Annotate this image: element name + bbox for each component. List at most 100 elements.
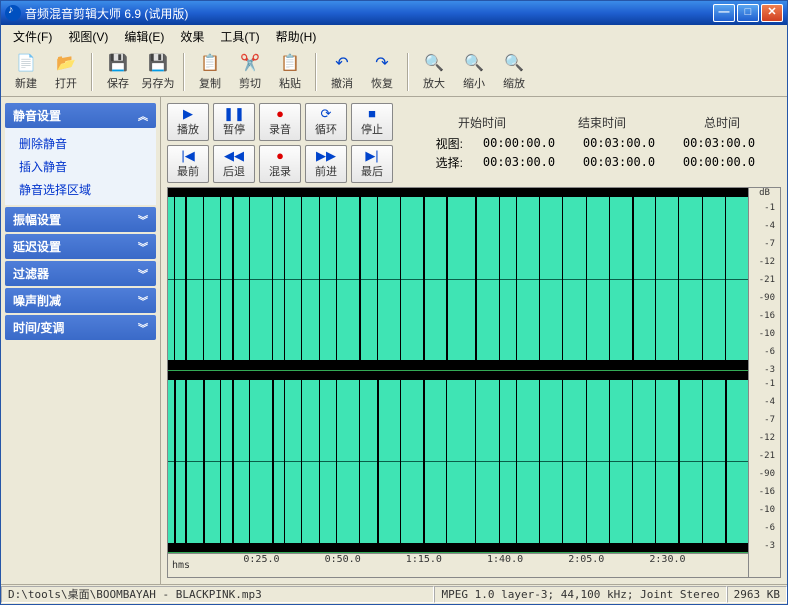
saveas-button[interactable]: 💾另存为 bbox=[139, 50, 177, 94]
sidebar-delay-header[interactable]: 延迟设置︾ bbox=[5, 234, 156, 259]
select-start: 00:03:00.0 bbox=[469, 155, 569, 169]
app-icon bbox=[5, 5, 21, 21]
chevron-down-icon: ︾ bbox=[138, 320, 148, 335]
loop-icon: ⟳ bbox=[321, 107, 332, 121]
play-icon: ▶ bbox=[183, 107, 193, 121]
separator bbox=[407, 53, 409, 91]
redo-icon: ↷ bbox=[372, 53, 392, 73]
sidebar-pitch-header[interactable]: 时间/变调︾ bbox=[5, 315, 156, 340]
first-button[interactable]: |◀最前 bbox=[167, 145, 209, 183]
record-button[interactable]: ●录音 bbox=[259, 103, 301, 141]
status-extra: 2963 KB bbox=[727, 586, 787, 603]
content-area: 静音设置︽ 删除静音 插入静音 静音选择区域 振幅设置︾ 延迟设置︾ 过滤器︾ … bbox=[1, 97, 787, 584]
separator bbox=[315, 53, 317, 91]
view-label: 视图: bbox=[423, 135, 463, 152]
last-button[interactable]: ▶|最后 bbox=[351, 145, 393, 183]
pause-icon: ❚❚ bbox=[223, 107, 245, 121]
db-scale: dB -1-4-7-12-21-90-16-10-6-3 -1-4-7-12-2… bbox=[748, 188, 780, 577]
sidebar-mute-header[interactable]: 静音设置︽ bbox=[5, 103, 156, 128]
chevron-down-icon: ︾ bbox=[138, 293, 148, 308]
undo-button[interactable]: ↶撤消 bbox=[323, 50, 361, 94]
redo-button[interactable]: ↷恢复 bbox=[363, 50, 401, 94]
axis-unit: hms bbox=[172, 560, 190, 571]
play-button[interactable]: ▶播放 bbox=[167, 103, 209, 141]
chevron-down-icon: ︾ bbox=[138, 266, 148, 281]
undo-icon: ↶ bbox=[332, 53, 352, 73]
waveform-container: hms 0:25.0 0:50.0 1:15.0 1:40.0 2:05.0 2… bbox=[167, 187, 781, 578]
titlebar[interactable]: 音频混音剪辑大师 6.9 (试用版) ― □ ✕ bbox=[1, 1, 787, 25]
view-end: 00:03:00.0 bbox=[569, 136, 669, 150]
open-icon: 📂 bbox=[56, 53, 76, 73]
window-title: 音频混音剪辑大师 6.9 (试用版) bbox=[25, 5, 713, 22]
status-format: MPEG 1.0 layer-3; 44,100 kHz; Joint Ster… bbox=[434, 586, 726, 603]
menu-file[interactable]: 文件(F) bbox=[7, 26, 58, 47]
copy-button[interactable]: 📋复制 bbox=[191, 50, 229, 94]
zoomout-icon: 🔍 bbox=[464, 53, 484, 73]
menu-tool[interactable]: 工具(T) bbox=[214, 26, 265, 47]
menu-view[interactable]: 视图(V) bbox=[62, 26, 114, 47]
paste-button[interactable]: 📋粘贴 bbox=[271, 50, 309, 94]
chevron-up-icon: ︽ bbox=[138, 108, 148, 123]
pause-button[interactable]: ❚❚暂停 bbox=[213, 103, 255, 141]
time-axis: hms 0:25.0 0:50.0 1:15.0 1:40.0 2:05.0 2… bbox=[168, 553, 748, 577]
new-button[interactable]: 📄新建 bbox=[7, 50, 45, 94]
save-icon: 💾 bbox=[108, 53, 128, 73]
select-total: 00:00:00.0 bbox=[669, 155, 769, 169]
save-button[interactable]: 💾保存 bbox=[99, 50, 137, 94]
zoomin-button[interactable]: 🔍放大 bbox=[415, 50, 453, 94]
menu-help[interactable]: 帮助(H) bbox=[270, 26, 323, 47]
maximize-button[interactable]: □ bbox=[737, 4, 759, 22]
menubar: 文件(F) 视图(V) 编辑(E) 效果 工具(T) 帮助(H) bbox=[1, 25, 787, 47]
view-total: 00:03:00.0 bbox=[669, 136, 769, 150]
waveform-right-channel[interactable] bbox=[168, 371, 748, 554]
sidebar-noise-header[interactable]: 噪声削减︾ bbox=[5, 288, 156, 313]
sidebar-link-insert-mute[interactable]: 插入静音 bbox=[5, 155, 156, 178]
chevron-down-icon: ︾ bbox=[138, 239, 148, 254]
view-start: 00:00:00.0 bbox=[469, 136, 569, 150]
cut-icon: ✂️ bbox=[240, 53, 260, 73]
minimize-button[interactable]: ― bbox=[713, 4, 735, 22]
status-path: D:\tools\桌面\BOOMBAYAH - BLACKPINK.mp3 bbox=[1, 586, 434, 603]
start-time-label: 开始时间 bbox=[432, 114, 532, 131]
waveform-left-channel[interactable] bbox=[168, 188, 748, 371]
saveas-icon: 💾 bbox=[148, 53, 168, 73]
select-label: 选择: bbox=[423, 154, 463, 171]
stop-icon: ■ bbox=[368, 107, 376, 121]
end-time-label: 结束时间 bbox=[552, 114, 652, 131]
separator bbox=[91, 53, 93, 91]
mix-icon: ● bbox=[276, 149, 284, 163]
zoom-icon: 🔍 bbox=[504, 53, 524, 73]
open-button[interactable]: 📂打开 bbox=[47, 50, 85, 94]
menu-edit[interactable]: 编辑(E) bbox=[118, 26, 170, 47]
paste-icon: 📋 bbox=[280, 53, 300, 73]
toolbar: 📄新建 📂打开 💾保存 💾另存为 📋复制 ✂️剪切 📋粘贴 ↶撤消 ↷恢复 🔍放… bbox=[1, 47, 787, 97]
last-icon: ▶| bbox=[365, 149, 378, 163]
back-button[interactable]: ◀◀后退 bbox=[213, 145, 255, 183]
chevron-down-icon: ︾ bbox=[138, 212, 148, 227]
forward-button[interactable]: ▶▶前进 bbox=[305, 145, 347, 183]
sidebar-filter-header[interactable]: 过滤器︾ bbox=[5, 261, 156, 286]
first-icon: |◀ bbox=[181, 149, 194, 163]
main-panel: ▶播放 ❚❚暂停 ●录音 ⟳循环 ■停止 |◀最前 ◀◀后退 ●混录 ▶▶前进 … bbox=[161, 97, 787, 584]
loop-button[interactable]: ⟳循环 bbox=[305, 103, 347, 141]
sidebar-link-mute-selection[interactable]: 静音选择区域 bbox=[5, 178, 156, 201]
back-icon: ◀◀ bbox=[224, 149, 244, 163]
cut-button[interactable]: ✂️剪切 bbox=[231, 50, 269, 94]
new-icon: 📄 bbox=[16, 53, 36, 73]
forward-icon: ▶▶ bbox=[316, 149, 336, 163]
statusbar: D:\tools\桌面\BOOMBAYAH - BLACKPINK.mp3 MP… bbox=[1, 584, 787, 604]
total-time-label: 总时间 bbox=[672, 114, 772, 131]
select-end: 00:03:00.0 bbox=[569, 155, 669, 169]
time-info: 开始时间 结束时间 总时间 视图: 00:00:00.0 00:03:00.0 … bbox=[423, 114, 781, 173]
mix-button[interactable]: ●混录 bbox=[259, 145, 301, 183]
stop-button[interactable]: ■停止 bbox=[351, 103, 393, 141]
sidebar-amp-header[interactable]: 振幅设置︾ bbox=[5, 207, 156, 232]
menu-effect[interactable]: 效果 bbox=[174, 26, 210, 47]
copy-icon: 📋 bbox=[200, 53, 220, 73]
zoom-button[interactable]: 🔍缩放 bbox=[495, 50, 533, 94]
zoomout-button[interactable]: 🔍缩小 bbox=[455, 50, 493, 94]
close-button[interactable]: ✕ bbox=[761, 4, 783, 22]
sidebar-link-delete-mute[interactable]: 删除静音 bbox=[5, 132, 156, 155]
zoomin-icon: 🔍 bbox=[424, 53, 444, 73]
separator bbox=[183, 53, 185, 91]
